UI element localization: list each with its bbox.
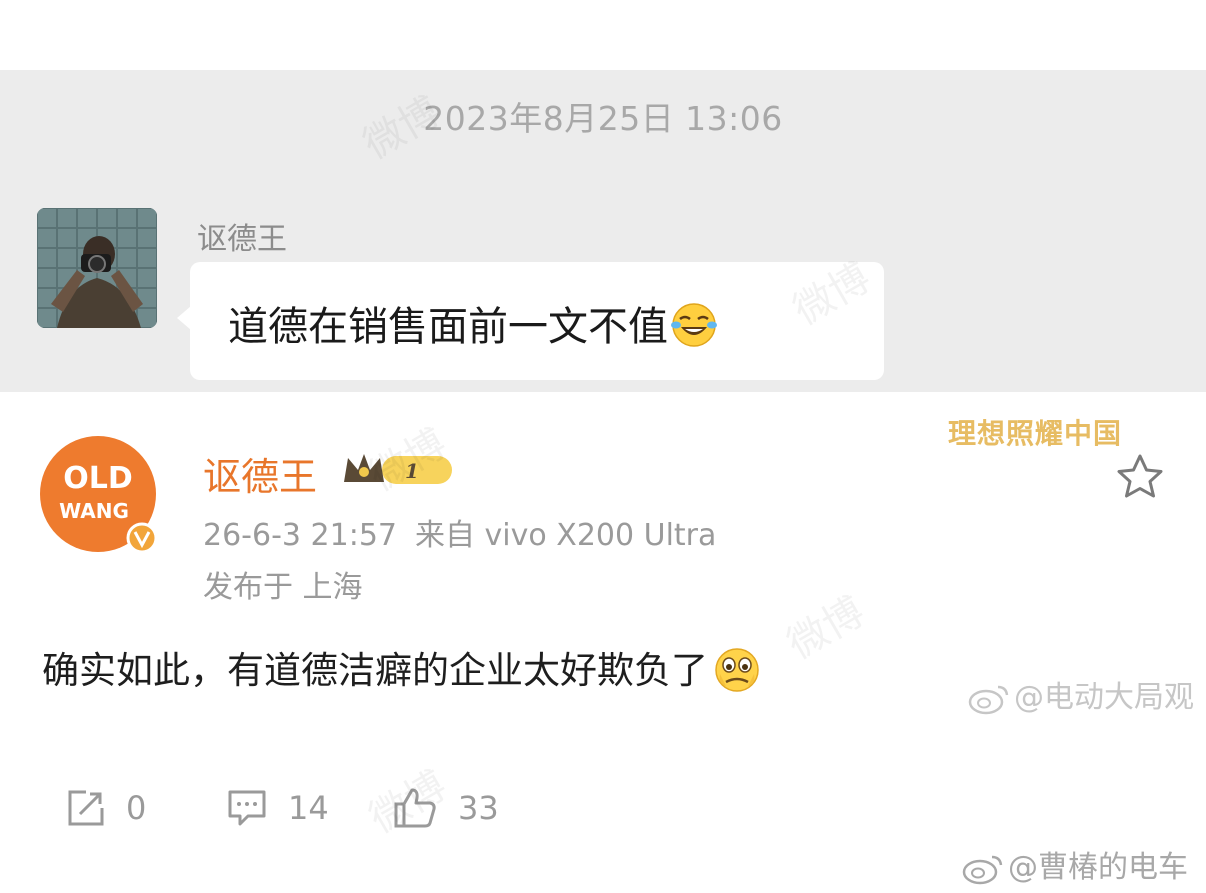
share-icon — [68, 790, 104, 826]
post-body: 确实如此，有道德洁癖的企业太好欺负了 — [42, 640, 762, 698]
middle-credit-text: @电动大局观 — [1014, 680, 1194, 715]
comment-button[interactable]: 14 — [226, 778, 329, 838]
chat-timestamp: 2023年8月25日 13:06 — [423, 99, 783, 138]
chat-message-bubble[interactable]: 道德在销售面前一文不值 — [190, 262, 884, 380]
share-button[interactable]: 0 — [66, 778, 146, 838]
favorite-star-icon[interactable] — [1114, 452, 1166, 502]
laughing-tears-emoji-icon — [670, 301, 718, 349]
comment-count: 14 — [288, 789, 329, 827]
post-username[interactable]: 讴德王 — [203, 446, 317, 501]
top-right-watermark: 理想照耀中国 — [948, 417, 1123, 450]
bubble-tail — [177, 306, 191, 330]
weibo-logo-icon — [968, 683, 1010, 715]
like-count: 33 — [458, 789, 499, 827]
weibo-logo-icon — [962, 853, 1004, 885]
vip-level: 1 — [405, 459, 419, 483]
comment-icon — [228, 790, 266, 826]
post-body-text: 确实如此，有道德洁癖的企业太好欺负了 — [42, 649, 708, 692]
chat-message-text: 道德在销售面前一文不值 — [228, 304, 668, 350]
post-meta: 26-6-3 21:57 来自 vivo X200 Ultra — [203, 510, 716, 554]
crying-emoji-icon — [712, 644, 762, 694]
share-count: 0 — [126, 789, 147, 827]
middle-credit-watermark: @电动大局观 — [968, 672, 1194, 716]
chat-message-line: 道德在销售面前一文不值 — [228, 294, 718, 353]
chat-sender-name: 讴德王 — [197, 222, 287, 257]
action-bar: 0 14 33 — [0, 778, 620, 838]
post-time: 26-6-3 21:57 — [203, 518, 397, 553]
bottom-credit-text: @曹椿的电车 — [1008, 850, 1188, 885]
svg-text:OLD: OLD — [63, 461, 133, 496]
svg-text:WANG: WANG — [59, 499, 129, 523]
thumbs-up-icon — [394, 788, 436, 828]
bottom-credit-watermark: @曹椿的电车 — [962, 842, 1188, 886]
post-user-avatar[interactable]: OLD WANG — [38, 434, 160, 556]
vip-crown-badge[interactable]: 1 — [340, 448, 456, 490]
post-location: 发布于 上海 — [203, 570, 363, 605]
chat-sender-avatar[interactable] — [37, 208, 157, 328]
post-source: 来自 vivo X200 Ultra — [415, 518, 717, 553]
like-button[interactable]: 33 — [392, 778, 499, 838]
background-watermark: 微博 — [779, 588, 873, 669]
